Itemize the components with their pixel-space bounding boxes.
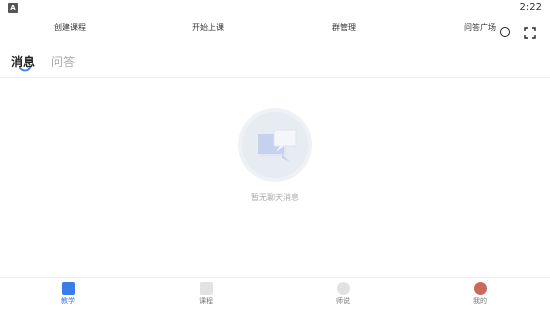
circle-icon[interactable] [500,27,510,37]
start-class-button[interactable]: 开始上课 [192,22,224,33]
status-bar: A 2:22 [0,0,550,16]
active-tab-indicator [19,67,31,72]
create-course-button[interactable]: 创建课程 [54,22,86,33]
nav-label: 师说 [336,297,350,305]
teach-icon [61,282,75,295]
clock: 2:22 [519,2,542,13]
nav-label: 教学 [61,297,75,305]
tab-bar: 消息 问答 [0,48,550,78]
tab-qa[interactable]: 问答 [51,53,75,70]
nav-mine[interactable]: 我的 [460,282,500,306]
divider [0,77,550,78]
nav-teaching[interactable]: 教学 [48,282,88,306]
chat-bubbles-icon [242,112,308,178]
nav-courses[interactable]: 课程 [186,282,226,306]
group-manage-button[interactable]: 群管理 [332,22,356,33]
expand-icon[interactable] [524,27,536,39]
qa-square-button[interactable]: 问答广场 [464,22,496,33]
course-icon [199,282,213,295]
nav-label: 课程 [199,297,213,305]
empty-state-text: 暂无聊天消息 [251,193,299,202]
empty-chat-illustration [238,108,312,182]
nav-label: 我的 [473,297,487,305]
bottom-nav: 教学 课程 师说 我的 [0,278,550,309]
avatar [473,282,487,295]
top-action-bar: 创建课程 开始上课 群管理 问答广场 [0,18,550,40]
nav-talk[interactable]: 师说 [323,282,363,306]
app-badge-icon: A [8,3,18,13]
talk-icon [336,282,350,295]
